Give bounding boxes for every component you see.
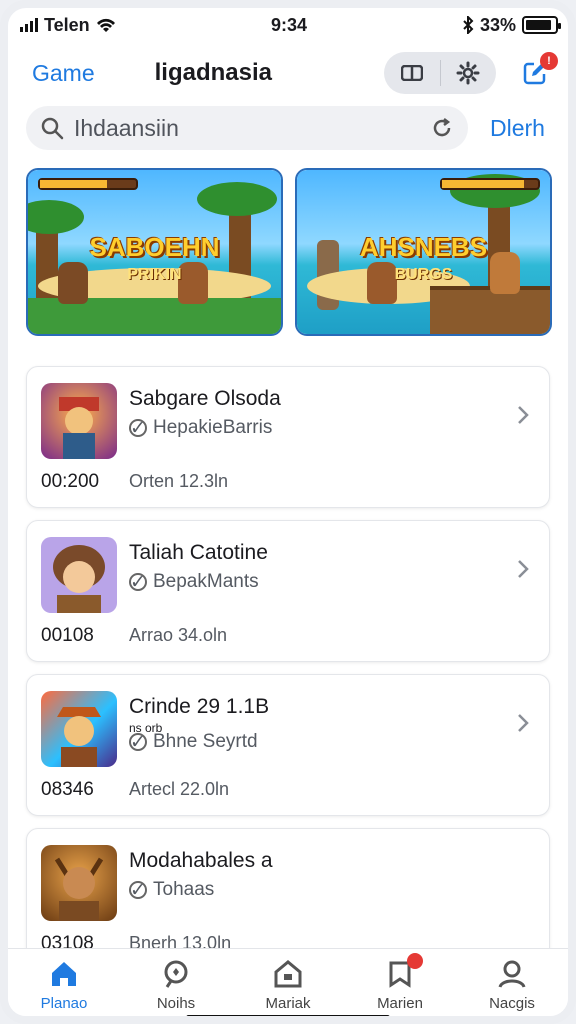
developer-row: ✓ BepakMants (129, 571, 259, 593)
library-icon (400, 65, 423, 81)
app-icon (41, 383, 117, 459)
search-action-button[interactable]: Dlerh (490, 115, 545, 142)
search-icon (41, 117, 64, 140)
tab-bookmarks[interactable]: Marien (344, 949, 456, 1016)
developer-name: HepakieBarris (153, 417, 273, 438)
bluetooth-icon (463, 16, 474, 34)
app-meta: Artecl 22.0ln (129, 779, 230, 799)
battery-percent: 33% (479, 14, 516, 35)
home-indicator (186, 1015, 390, 1016)
chevron-right-icon (518, 714, 529, 732)
app-icon (41, 537, 117, 613)
settings-button[interactable] (441, 52, 497, 94)
app-name: Sabgare Olsoda (129, 387, 281, 410)
app-name: Modahabales a (129, 849, 273, 872)
header-actions (384, 52, 496, 94)
carrier-label: Telen (44, 14, 90, 35)
app-name: Crinde 29 1.1B (129, 695, 270, 718)
app-meta: Orten 12.3ln (129, 471, 229, 491)
chevron-right-icon (518, 560, 529, 578)
chevron-right-icon (518, 406, 529, 424)
app-meta: Arrao 34.oln (129, 625, 228, 645)
clock: 9:34 (270, 14, 308, 35)
banner-title: SABOEHN (89, 232, 220, 262)
page-title: ligadnasia (154, 59, 273, 86)
wifi-icon (96, 18, 115, 32)
tab-label: Noihs (156, 995, 196, 1012)
developer-name: Bhne Seyrtd (153, 731, 258, 752)
status-bar: Telen 9:34 33% (8, 8, 568, 42)
tab-label: Marien (377, 995, 423, 1012)
app-icon (41, 845, 117, 921)
profile-icon (498, 960, 526, 988)
featured-banners: SABOEHN PRIKIN AHSNEBS BURGS (26, 168, 552, 336)
tab-badge (407, 953, 423, 969)
tab-store[interactable]: Mariak (232, 949, 344, 1016)
verified-icon: ✓ (129, 417, 147, 439)
notification-badge: ! (540, 52, 558, 70)
tab-label: Mariak (265, 995, 311, 1012)
featured-banner[interactable]: SABOEHN PRIKIN (26, 168, 283, 336)
verified-icon: ✓ (129, 731, 147, 753)
tab-label: Nacgis (489, 995, 535, 1012)
refresh-icon[interactable] (430, 116, 454, 140)
app-list: Sabgare Olsoda ✓ HepakieBarris 00:200 Ort… (26, 366, 550, 982)
battery-icon (522, 16, 561, 34)
app-code: 00108 (41, 625, 94, 646)
featured-banner[interactable]: AHSNEBS BURGS (295, 168, 552, 336)
bookmark-icon-wrap (385, 953, 423, 989)
banner-subtitle: BURGS (394, 266, 453, 283)
verified-icon: ✓ (129, 879, 147, 901)
app-name: Taliah Catotine (129, 541, 268, 564)
list-item[interactable]: Crinde 29 1.1B ns orb ✓ Bhne Seyrtd 08346… (26, 674, 550, 816)
tab-profile[interactable]: Nacgis (456, 949, 568, 1016)
developer-row: ✓ Bhne Seyrtd (129, 731, 258, 753)
list-item[interactable]: Taliah Catotine ✓ BepakMants 00108 Arrao … (26, 520, 550, 662)
store-icon (274, 960, 302, 988)
notifications-button[interactable]: ! (518, 52, 558, 90)
app-icon (41, 691, 117, 767)
app-code: 08346 (41, 779, 94, 800)
developer-row: ✓ HepakieBarris (129, 417, 272, 439)
developer-name: Tohaas (153, 879, 215, 900)
search-icon (164, 960, 188, 988)
tab-label: Planao (40, 995, 88, 1012)
search-row: Ihdaansiin Dlerh (26, 106, 556, 150)
tab-bar: Planao Noihs Mariak Marien Nacgis (8, 948, 568, 1016)
banner-title: AHSNEBS (359, 232, 488, 262)
phone-frame: Telen 9:34 33% Game ligadnasia ! Ihdaans… (0, 0, 576, 1024)
library-button[interactable] (384, 52, 440, 94)
signal-icon (20, 18, 38, 32)
developer-name: BepakMants (153, 571, 259, 592)
tab-search[interactable]: Noihs (120, 949, 232, 1016)
app-code: 00:200 (41, 471, 100, 492)
tab-home[interactable]: Planao (8, 949, 120, 1016)
home-icon (52, 962, 76, 986)
verified-icon: ✓ (129, 571, 147, 593)
app-header: Game ligadnasia ! (8, 48, 568, 98)
developer-row: ✓ Tohaas (129, 879, 214, 901)
gear-icon (456, 61, 480, 85)
search-bar[interactable]: Ihdaansiin (26, 106, 468, 150)
banner-subtitle: PRIKIN (127, 266, 182, 283)
list-item[interactable]: Sabgare Olsoda ✓ HepakieBarris 00:200 Ort… (26, 366, 550, 508)
back-link[interactable]: Game (32, 60, 95, 87)
search-input[interactable]: Ihdaansiin (74, 115, 420, 142)
